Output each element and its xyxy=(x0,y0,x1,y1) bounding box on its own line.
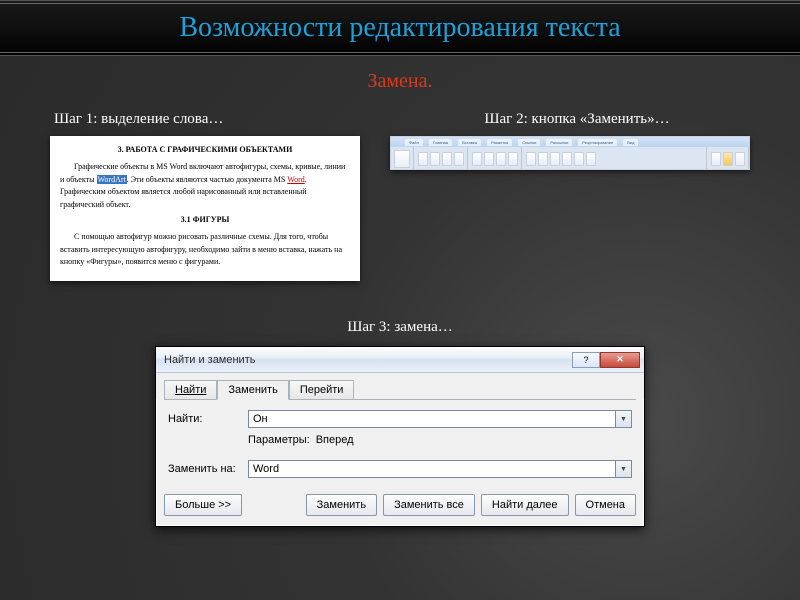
dialog-body: Найти: ▼ Параметры: Вперед Заменить на: … xyxy=(164,399,636,490)
step2-label: Шаг 2: кнопка «Заменить»… xyxy=(404,111,750,128)
dropdown-icon[interactable]: ▼ xyxy=(616,410,632,428)
style-button[interactable] xyxy=(586,152,596,166)
params-label: Параметры: xyxy=(248,434,310,446)
tab-replace-label: Заменить xyxy=(228,384,277,396)
more-button[interactable]: Больше >> xyxy=(164,494,242,516)
style-button[interactable] xyxy=(550,152,560,166)
step3-label: Шаг 3: замена… xyxy=(0,319,800,336)
doc-text: . Эти объекты являются частью документа … xyxy=(127,175,287,184)
ribbon-tab[interactable]: Ссылки xyxy=(518,139,540,146)
doc-paragraph-2: С помощью автофигур можно рисовать разли… xyxy=(60,231,350,269)
dialog-tabs: Найти Заменить Перейти xyxy=(156,373,644,399)
help-button[interactable]: ? xyxy=(572,352,600,368)
ribbon-group-paragraph xyxy=(469,147,522,170)
font-button[interactable] xyxy=(442,152,452,166)
ribbon-group-styles xyxy=(523,147,707,170)
window-buttons: ? ✕ xyxy=(572,352,640,368)
style-button[interactable] xyxy=(526,152,536,166)
tab-goto-label: Перейти xyxy=(300,384,344,396)
ribbon-tab[interactable]: Разметка xyxy=(487,139,512,146)
style-button[interactable] xyxy=(538,152,548,166)
ribbon-tab[interactable]: Файл xyxy=(405,139,423,146)
find-next-button[interactable]: Найти далее xyxy=(481,494,569,516)
find-label: Найти: xyxy=(168,413,248,425)
params-value: Вперед xyxy=(316,434,354,446)
slide-subtitle: Замена. xyxy=(0,70,800,93)
ribbon-group-font xyxy=(415,147,468,170)
find-row: Найти: ▼ xyxy=(168,410,632,428)
para-button[interactable] xyxy=(496,152,506,166)
dialog-titlebar[interactable]: Найти и заменить ? ✕ xyxy=(156,347,644,373)
select-button[interactable] xyxy=(735,152,745,166)
find-input[interactable] xyxy=(248,410,616,428)
word-ribbon: Файл Главная Вставка Разметка Ссылки Рас… xyxy=(390,136,750,170)
replace-all-button[interactable]: Заменить все xyxy=(383,494,475,516)
style-button[interactable] xyxy=(562,152,572,166)
slide-title: Возможности редактирования текста xyxy=(179,12,620,44)
steps-row: Шаг 1: выделение слова… 3. РАБОТА С ГРАФ… xyxy=(0,111,800,281)
find-button[interactable] xyxy=(711,152,721,166)
replace-input[interactable] xyxy=(248,460,616,478)
step1-column: Шаг 1: выделение слова… 3. РАБОТА С ГРАФ… xyxy=(50,111,364,281)
dropdown-icon[interactable]: ▼ xyxy=(616,460,632,478)
doc-heading-1: 3. РАБОТА С ГРАФИЧЕСКИМИ ОБЪЕКТАМИ xyxy=(60,144,350,157)
dialog-footer: Больше >> Заменить Заменить все Найти да… xyxy=(156,490,644,526)
dialog-title: Найти и заменить xyxy=(164,354,572,366)
font-button[interactable] xyxy=(454,152,464,166)
replace-one-button[interactable]: Заменить xyxy=(306,494,377,516)
step2-column: Шаг 2: кнопка «Заменить»… Файл Главная В… xyxy=(364,111,750,281)
para-button[interactable] xyxy=(472,152,482,166)
tab-goto[interactable]: Перейти xyxy=(289,380,355,400)
step3-area: Шаг 3: замена… Найти и заменить ? ✕ Найт… xyxy=(0,319,800,527)
params-row: Параметры: Вперед xyxy=(248,434,632,446)
tab-find[interactable]: Найти xyxy=(164,380,217,400)
doc-heading-2: 3.1 ФИГУРЫ xyxy=(60,214,350,227)
close-button[interactable]: ✕ xyxy=(600,352,640,368)
para-button[interactable] xyxy=(484,152,494,166)
ribbon-tab[interactable]: Главная xyxy=(429,139,452,146)
para-button[interactable] xyxy=(508,152,518,166)
style-button[interactable] xyxy=(574,152,584,166)
find-replace-dialog: Найти и заменить ? ✕ Найти Заменить Пере… xyxy=(155,346,645,527)
ribbon-tabs-row: Файл Главная Вставка Разметка Ссылки Рас… xyxy=(391,137,749,147)
document-snippet: 3. РАБОТА С ГРАФИЧЕСКИМИ ОБЪЕКТАМИ Графи… xyxy=(50,136,360,281)
ribbon-tab[interactable]: Рецензирование xyxy=(578,139,617,146)
ribbon-tab[interactable]: Вид xyxy=(623,139,638,146)
paste-button[interactable] xyxy=(394,150,410,168)
slide-title-bar: Возможности редактирования текста xyxy=(0,0,800,56)
font-button[interactable] xyxy=(418,152,428,166)
replace-button[interactable] xyxy=(723,152,733,166)
ribbon-group-editing xyxy=(708,147,749,170)
doc-paragraph-1: Графические объекты в MS Word включают а… xyxy=(60,161,350,212)
step1-label: Шаг 1: выделение слова… xyxy=(54,111,364,128)
ribbon-tab[interactable]: Вставка xyxy=(458,139,481,146)
replace-row: Заменить на: ▼ xyxy=(168,460,632,478)
font-button[interactable] xyxy=(430,152,440,166)
ribbon-body xyxy=(391,147,749,170)
ribbon-group-clipboard xyxy=(391,147,414,170)
ribbon-tab[interactable]: Рассылки xyxy=(546,139,572,146)
highlighted-word: WordArt xyxy=(97,175,127,184)
underlined-word: Word xyxy=(287,175,305,184)
replace-label: Заменить на: xyxy=(168,463,248,475)
tab-find-label: Найти xyxy=(175,384,206,396)
cancel-button[interactable]: Отмена xyxy=(575,494,636,516)
tab-replace[interactable]: Заменить xyxy=(217,380,288,400)
